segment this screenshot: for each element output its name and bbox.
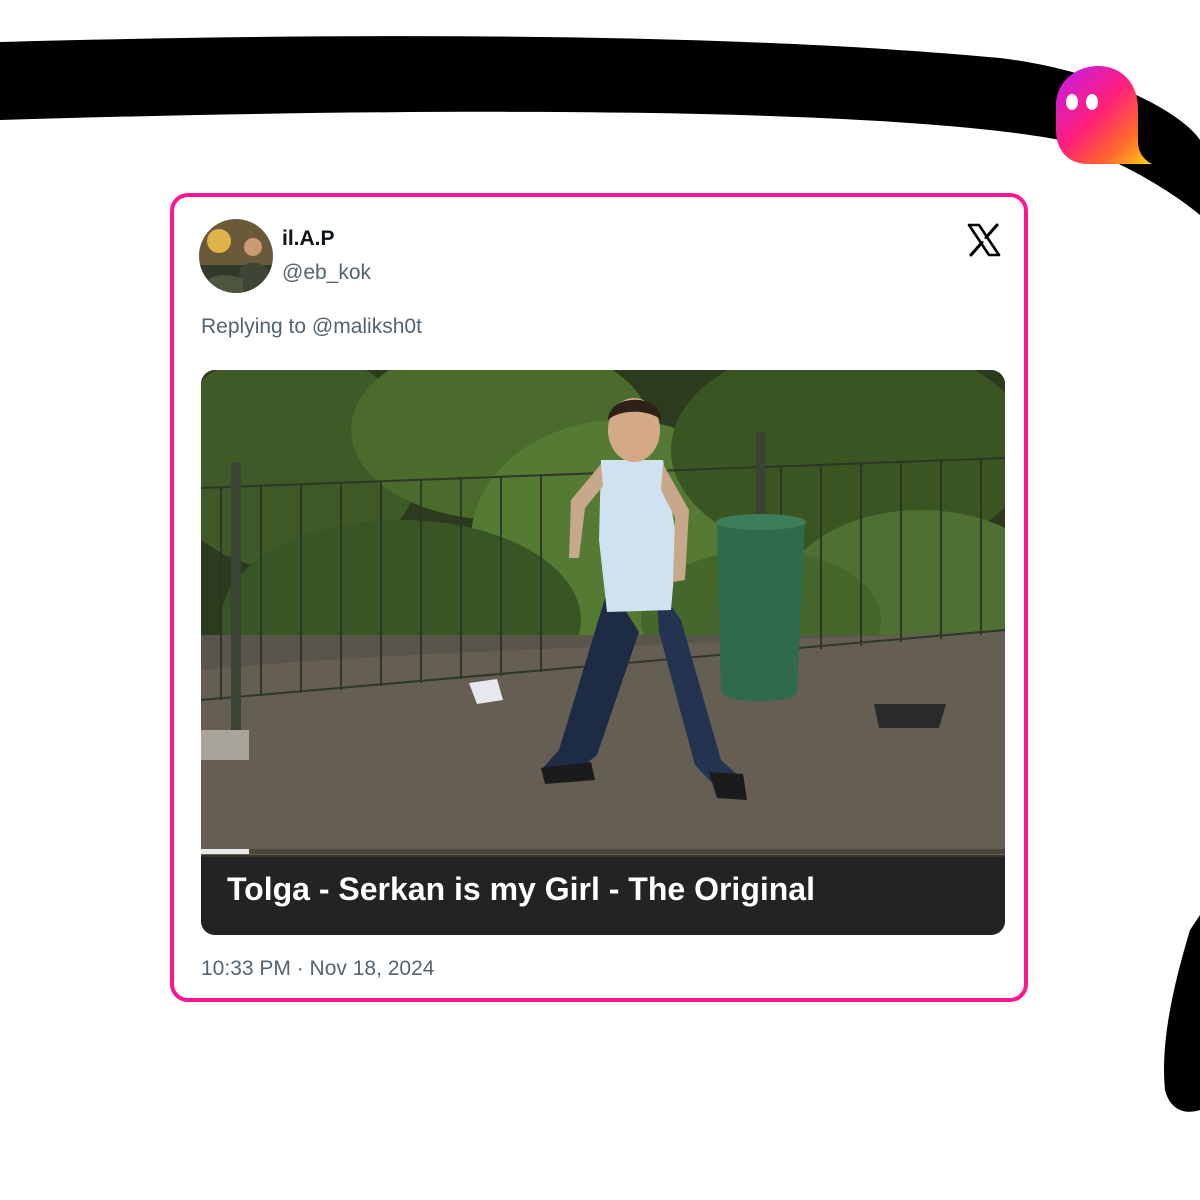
tweet-timestamp[interactable]: 10:33 PM · Nov 18, 2024	[201, 957, 434, 981]
video-progress-bar[interactable]	[201, 849, 1005, 854]
video-title: Tolga - Serkan is my Girl - The Original	[227, 871, 815, 907]
display-name[interactable]: il.A.P	[282, 227, 335, 251]
replying-to-text: Replying to @maliksh0t	[201, 315, 422, 338]
ghost-logo-icon	[1056, 66, 1152, 164]
x-logo-icon[interactable]	[967, 223, 1001, 257]
user-handle[interactable]: @eb_kok	[282, 261, 371, 285]
video-media[interactable]: Tolga - Serkan is my Girl - The Original	[201, 370, 1005, 935]
tweet-card: il.A.P @eb_kok Replying to @maliksh0t To…	[170, 193, 1028, 1002]
avatar[interactable]	[199, 219, 273, 293]
video-progress-fill	[201, 849, 250, 854]
video-title-bar: Tolga - Serkan is my Girl - The Original	[201, 857, 1005, 935]
